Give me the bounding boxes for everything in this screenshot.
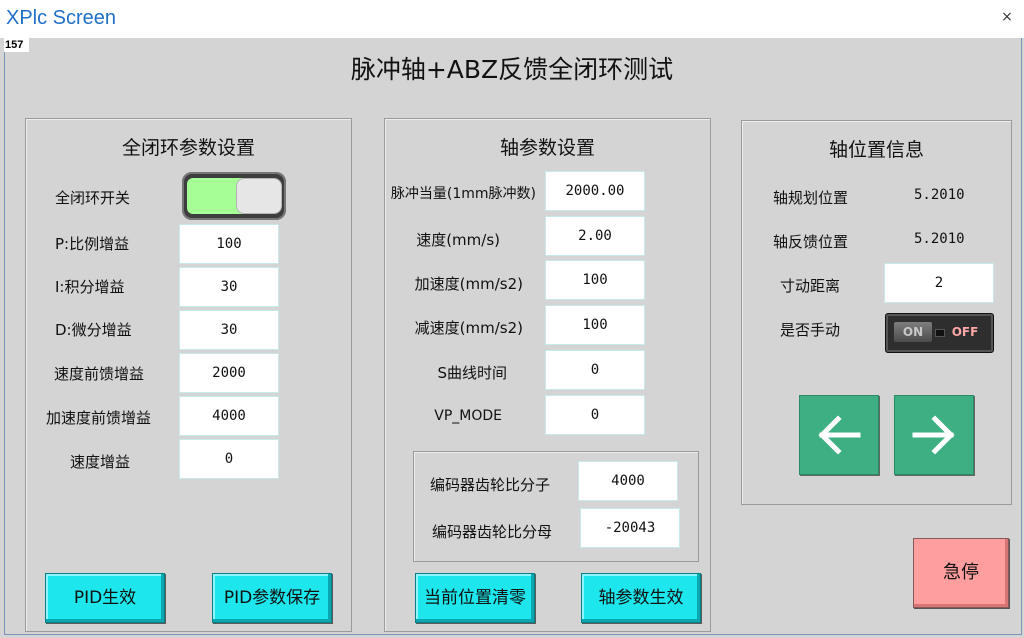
d-gain-label: D:微分增益 — [55, 321, 132, 339]
s-curve-time-label: S曲线时间 — [437, 364, 507, 382]
feedback-position-label: 轴反馈位置 — [773, 233, 849, 251]
close-icon[interactable]: × — [1000, 10, 1014, 24]
page-title: 脉冲轴+ABZ反馈全闭环测试 — [350, 55, 674, 84]
encoder-denominator-label: 编码器齿轮比分母 — [432, 523, 553, 541]
p-gain-label: P:比例增益 — [55, 235, 130, 253]
vp-mode-label: VP_MODE — [434, 408, 502, 424]
accel-feedforward-label: 加速度前馈增益 — [46, 409, 152, 427]
pid-apply-button[interactable]: PID生效 — [45, 573, 165, 623]
manual-on-label: ON — [894, 322, 932, 342]
acceleration-field[interactable]: 100 — [545, 260, 645, 300]
s-curve-time-field[interactable]: 0 — [545, 350, 645, 390]
pulse-equivalent-label: 脉冲当量(1mm脉冲数) — [390, 186, 536, 202]
planned-position-label: 轴规划位置 — [773, 189, 849, 207]
manual-off-label: OFF — [951, 325, 979, 339]
closed-loop-toggle[interactable] — [182, 172, 286, 220]
acceleration-label: 加速度(mm/s2) — [414, 275, 523, 293]
encoder-numerator-field[interactable]: 4000 — [578, 461, 678, 501]
speed-field[interactable]: 2.00 — [545, 216, 645, 256]
speed-label: 速度(mm/s) — [416, 231, 500, 249]
jog-distance-label: 寸动距离 — [780, 277, 841, 295]
emergency-stop-button[interactable]: 急停 — [913, 538, 1009, 608]
axis-position-panel-title: 轴位置信息 — [828, 139, 924, 161]
accel-feedforward-field[interactable]: 4000 — [179, 396, 279, 436]
clear-position-button[interactable]: 当前位置清零 — [415, 573, 535, 623]
closed-loop-panel-title: 全闭环参数设置 — [121, 137, 255, 159]
deceleration-field[interactable]: 100 — [545, 305, 645, 345]
vp-mode-field[interactable]: 0 — [545, 395, 645, 435]
arrow-left-icon — [818, 415, 861, 455]
axis-param-apply-button[interactable]: 轴参数生效 — [581, 573, 701, 623]
axis-param-panel-title: 轴参数设置 — [499, 137, 595, 159]
manual-mode-switch[interactable]: ON OFF — [885, 313, 994, 353]
encoder-numerator-label: 编码器齿轮比分子 — [430, 476, 551, 494]
manual-mode-label: 是否手动 — [780, 321, 841, 339]
velocity-feedforward-label: 速度前馈增益 — [54, 365, 145, 383]
jog-right-button[interactable] — [894, 395, 974, 475]
velocity-gain-label: 速度增益 — [70, 453, 131, 471]
toggle-knob — [236, 178, 282, 214]
pulse-equivalent-field[interactable]: 2000.00 — [545, 171, 645, 211]
encoder-denominator-field[interactable]: -20043 — [580, 508, 680, 548]
i-gain-label: I:积分增益 — [55, 278, 125, 296]
app-title: XPlc Screen — [6, 7, 117, 29]
jog-distance-field[interactable]: 2 — [884, 263, 994, 303]
window-titlebar: XPlc Screen × — [0, 0, 1024, 39]
feedback-position-value: 5.2010 — [914, 231, 965, 247]
deceleration-label: 减速度(mm/s2) — [414, 319, 523, 337]
velocity-feedforward-field[interactable]: 2000 — [179, 353, 279, 393]
pid-save-button[interactable]: PID参数保存 — [212, 573, 332, 623]
arrow-right-icon — [912, 415, 955, 455]
switch-indicator — [935, 329, 945, 337]
closed-loop-switch-label: 全闭环开关 — [55, 189, 131, 207]
velocity-gain-field[interactable]: 0 — [179, 439, 279, 479]
d-gain-field[interactable]: 30 — [179, 310, 279, 350]
p-gain-field[interactable]: 100 — [179, 224, 279, 264]
planned-position-value: 5.2010 — [914, 187, 965, 203]
i-gain-field[interactable]: 30 — [179, 267, 279, 307]
jog-left-button[interactable] — [799, 395, 879, 475]
